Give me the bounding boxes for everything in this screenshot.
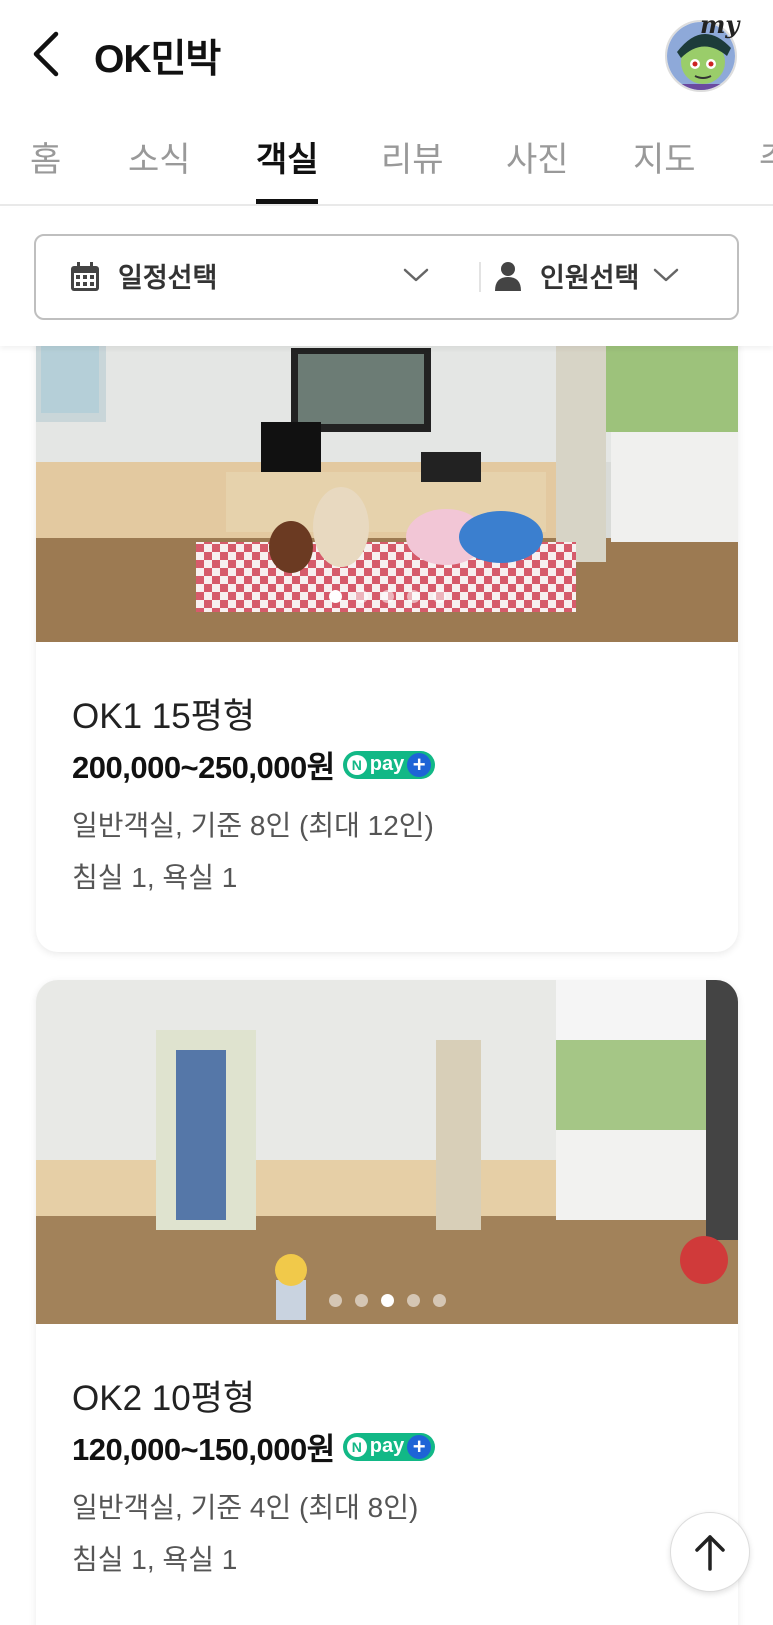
npay-plus-badge: N pay + xyxy=(342,750,436,779)
room-card[interactable]: OK2 10평형 120,000~150,000원 N pay + 일반객실, … xyxy=(36,980,738,1625)
carousel-dot[interactable] xyxy=(328,1294,342,1307)
people-select-label: 인원선택 xyxy=(540,263,640,293)
people-select-button[interactable]: 인원선택 xyxy=(482,236,737,318)
room-photo-carousel[interactable] xyxy=(36,312,738,642)
calendar-icon xyxy=(71,262,99,291)
room-name: OK1 15평형 xyxy=(72,697,256,736)
carousel-dot[interactable] xyxy=(432,1294,446,1307)
filter-box: 일정선택 인원선택 xyxy=(34,234,739,320)
room-photo xyxy=(36,980,738,1324)
carousel-dot[interactable] xyxy=(380,1294,394,1307)
tab-more[interactable]: 주 xyxy=(759,132,773,181)
naver-n-icon: N xyxy=(346,754,367,775)
tab-map[interactable]: 지도 xyxy=(633,132,696,181)
room-type-info: 일반객실, 기준 4인 (최대 8인) xyxy=(72,1492,419,1523)
plus-icon: + xyxy=(407,1434,432,1459)
chevron-down-icon xyxy=(403,268,429,282)
carousel-dot[interactable] xyxy=(328,590,342,603)
person-icon xyxy=(495,262,521,291)
carousel-dots xyxy=(36,1294,738,1307)
plus-icon: + xyxy=(407,752,432,777)
chevron-left-icon xyxy=(33,31,59,77)
room-bed-bath-info: 침실 1, 욕실 1 xyxy=(72,862,238,893)
filter-bar: 일정선택 인원선택 xyxy=(0,208,773,346)
room-card[interactable]: OK1 15평형 200,000~250,000원 N pay + 일반객실, … xyxy=(36,312,738,952)
tab-bar: 홈 소식 객실 리뷰 사진 지도 주 xyxy=(0,108,773,206)
my-badge: my xyxy=(700,10,740,39)
room-name: OK2 10평형 xyxy=(72,1379,256,1418)
carousel-dot[interactable] xyxy=(354,590,368,603)
room-bed-bath-info: 침실 1, 욕실 1 xyxy=(72,1544,238,1575)
room-price: 120,000~150,000원 xyxy=(72,1432,335,1467)
carousel-dots xyxy=(36,590,738,603)
npay-plus-badge: N pay + xyxy=(342,1432,436,1461)
chevron-down-icon xyxy=(653,268,679,282)
tab-photos[interactable]: 사진 xyxy=(506,132,569,181)
tab-reviews[interactable]: 리뷰 xyxy=(381,132,444,181)
carousel-dot[interactable] xyxy=(380,590,394,603)
carousel-dot[interactable] xyxy=(406,1294,420,1307)
back-button[interactable] xyxy=(30,26,70,82)
app-header: OK민박 my xyxy=(0,0,773,108)
carousel-dot[interactable] xyxy=(354,1294,368,1307)
tab-home[interactable]: 홈 xyxy=(30,132,61,181)
tab-news[interactable]: 소식 xyxy=(128,132,191,181)
room-photo-carousel[interactable] xyxy=(36,980,738,1324)
arrow-up-icon xyxy=(695,1535,725,1571)
filter-divider xyxy=(479,262,481,292)
active-tab-indicator xyxy=(256,199,318,204)
price-row: 120,000~150,000원 N pay + xyxy=(72,1424,436,1469)
naver-n-icon: N xyxy=(346,1436,367,1457)
room-type-info: 일반객실, 기준 8인 (최대 12인) xyxy=(72,810,434,841)
price-row: 200,000~250,000원 N pay + xyxy=(72,742,436,787)
carousel-dot[interactable] xyxy=(406,590,420,603)
carousel-dot[interactable] xyxy=(432,590,446,603)
date-select-button[interactable]: 일정선택 xyxy=(36,236,476,318)
tab-rooms[interactable]: 객실 xyxy=(256,132,319,181)
date-select-label: 일정선택 xyxy=(118,263,218,293)
scroll-top-button[interactable] xyxy=(670,1512,750,1592)
page-title: OK민박 xyxy=(94,38,221,81)
room-price: 200,000~250,000원 xyxy=(72,750,335,785)
